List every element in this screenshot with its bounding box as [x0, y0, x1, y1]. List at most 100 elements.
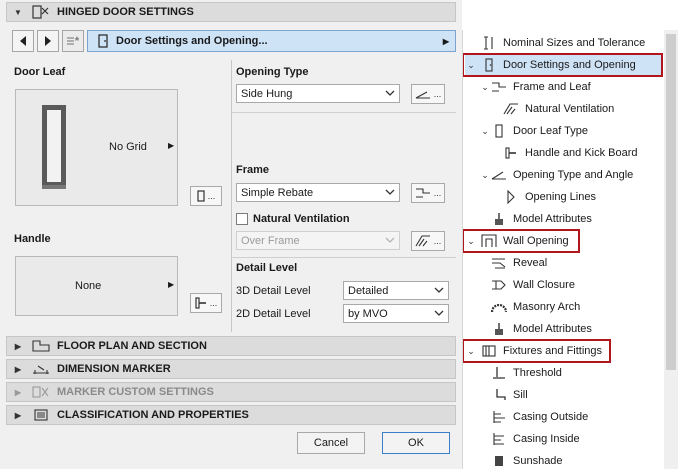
chevron-down-icon — [385, 189, 395, 195]
expand-arrow-icon[interactable]: ▶ — [11, 365, 25, 374]
door-leaf-small-icon — [197, 190, 205, 202]
chevron-down-icon[interactable]: ⌄ — [479, 82, 491, 93]
page-selector[interactable]: Door Settings and Opening... ▶ — [87, 30, 456, 52]
tree-item-wall-closure[interactable]: Wall Closure — [491, 275, 575, 295]
chevron-down-icon[interactable]: ⌄ — [479, 170, 491, 181]
section-dimension-marker[interactable]: ▶ DIMENSION MARKER — [6, 359, 456, 379]
tree-item-model-attributes[interactable]: Model Attributes — [491, 209, 592, 229]
highlight-fixtures-fittings — [463, 339, 611, 363]
nominal-sizes-icon — [481, 36, 497, 50]
section-marker-custom-settings[interactable]: ▶ MARKER CUSTOM SETTINGS — [6, 382, 456, 402]
section-classification-and-properties[interactable]: ▶ CLASSIFICATION AND PROPERTIES — [6, 405, 456, 425]
handle-icon — [503, 146, 519, 160]
opening-lines-icon — [503, 190, 519, 204]
highlight-door-settings — [463, 53, 663, 77]
tree-item-natural-ventilation[interactable]: Natural Ventilation — [503, 99, 614, 119]
natural-ventilation-select[interactable]: Over Frame — [236, 231, 400, 250]
page-selector-label: Door Settings and Opening... — [116, 35, 268, 47]
ventilation-icon — [415, 235, 430, 247]
tree-item-nominal-sizes[interactable]: Nominal Sizes and Tolerance — [481, 33, 645, 53]
favorites-button[interactable] — [62, 30, 84, 52]
tree-item-opening-lines[interactable]: Opening Lines — [503, 187, 596, 207]
tree-item-reveal[interactable]: Reveal — [491, 253, 547, 273]
ventilation-icon — [503, 102, 519, 116]
floor-plan-icon — [31, 339, 51, 353]
handle-label: Handle — [14, 233, 51, 245]
marker-custom-icon — [31, 385, 51, 399]
tree-item-masonry-arch[interactable]: Masonry Arch — [491, 297, 580, 317]
tree-item-sill[interactable]: Sill — [491, 385, 528, 405]
opening-type-options-button[interactable]: ... — [411, 84, 445, 104]
opening-type-select[interactable]: Side Hung — [236, 84, 400, 103]
next-page-button[interactable] — [37, 30, 59, 52]
reveal-icon — [491, 256, 507, 270]
door-leaf-options-button[interactable]: ... — [190, 186, 222, 206]
page-navigation: Door Settings and Opening... ▶ — [12, 30, 456, 52]
chevron-down-icon — [385, 237, 395, 243]
door-settings-section-icon — [31, 5, 51, 19]
frame-label: Frame — [236, 164, 270, 176]
sill-icon — [491, 388, 507, 402]
detail-2d-select[interactable]: by MVO — [343, 304, 449, 323]
collapse-arrow-icon[interactable]: ▼ — [11, 8, 25, 17]
favorites-icon — [67, 36, 80, 45]
handle-preview[interactable]: None ▶ — [15, 256, 178, 316]
tree-scrollbar[interactable] — [664, 30, 678, 469]
threshold-icon — [491, 366, 507, 380]
tree-item-threshold[interactable]: Threshold — [491, 363, 562, 383]
scrollbar-thumb[interactable] — [666, 34, 676, 370]
frame-icon — [415, 188, 430, 198]
chevron-right-icon: ▶ — [168, 141, 175, 150]
detail-level-label: Detail Level — [236, 262, 298, 274]
detail-2d-label: 2D Detail Level — [236, 308, 311, 320]
detail-3d-label: 3D Detail Level — [236, 285, 311, 297]
tree-item-opening-type-angle[interactable]: ⌄ Opening Type and Angle — [479, 165, 633, 185]
tree-item-casing-outside[interactable]: Casing Outside — [491, 407, 588, 427]
cancel-button[interactable]: Cancel — [297, 432, 365, 454]
chevron-down-icon[interactable]: ⌄ — [479, 126, 491, 137]
tree-item-door-leaf-type[interactable]: ⌄ Door Leaf Type — [479, 121, 588, 141]
chevron-down-icon — [434, 310, 444, 316]
column-divider — [231, 60, 232, 332]
door-page-icon — [98, 34, 108, 48]
opening-type-label: Opening Type — [236, 66, 309, 78]
frame-leaf-icon — [491, 80, 507, 94]
masonry-arch-icon — [491, 300, 507, 314]
divider — [232, 112, 456, 113]
classification-icon — [31, 408, 51, 422]
wall-closure-icon — [491, 278, 507, 292]
tree-item-casing-inside[interactable]: Casing Inside — [491, 429, 580, 449]
door-leaf-type-icon — [491, 124, 507, 138]
tree-item-frame-leaf[interactable]: ⌄ Frame and Leaf — [479, 77, 590, 97]
page-tree: Nominal Sizes and Tolerance ⌄ Door Setti… — [462, 30, 680, 469]
casing-outside-icon — [491, 410, 507, 424]
chevron-right-icon: ▶ — [442, 36, 449, 46]
ventilation-options-button[interactable]: ... — [411, 231, 445, 251]
tree-item-model-attributes-2[interactable]: Model Attributes — [491, 319, 592, 339]
tree-item-sunshade[interactable]: Sunshade — [491, 451, 563, 469]
tree-item-handle-kick-board[interactable]: Handle and Kick Board — [503, 143, 638, 163]
detail-3d-select[interactable]: Detailed — [343, 281, 449, 300]
handle-small-icon — [195, 297, 206, 309]
divider — [232, 257, 456, 258]
previous-page-button[interactable] — [12, 30, 34, 52]
ok-button[interactable]: OK — [382, 432, 450, 454]
expand-arrow-icon[interactable]: ▶ — [11, 388, 25, 397]
opening-angle-icon — [415, 91, 430, 99]
natural-ventilation-label: Natural Ventilation — [253, 213, 350, 225]
settings-dialog: ▼ HINGED DOOR SETTINGS Door Settings and… — [0, 0, 462, 469]
natural-ventilation-checkbox[interactable] — [236, 213, 248, 225]
hinged-door-settings-header[interactable]: ▼ HINGED DOOR SETTINGS — [6, 2, 456, 22]
door-leaf-preview-text: No Grid — [109, 141, 147, 153]
brush-icon — [491, 322, 507, 336]
expand-arrow-icon[interactable]: ▶ — [11, 411, 25, 420]
highlight-wall-opening — [463, 229, 580, 253]
handle-options-button[interactable]: ... — [190, 293, 222, 313]
frame-select[interactable]: Simple Rebate — [236, 183, 400, 202]
section-floor-plan-and-section[interactable]: ▶ FLOOR PLAN AND SECTION — [6, 336, 456, 356]
brush-icon — [491, 212, 507, 226]
door-leaf-preview[interactable]: No Grid ▶ — [15, 89, 178, 206]
triangle-right-icon — [45, 36, 51, 46]
frame-options-button[interactable]: ... — [411, 183, 445, 203]
expand-arrow-icon[interactable]: ▶ — [11, 342, 25, 351]
